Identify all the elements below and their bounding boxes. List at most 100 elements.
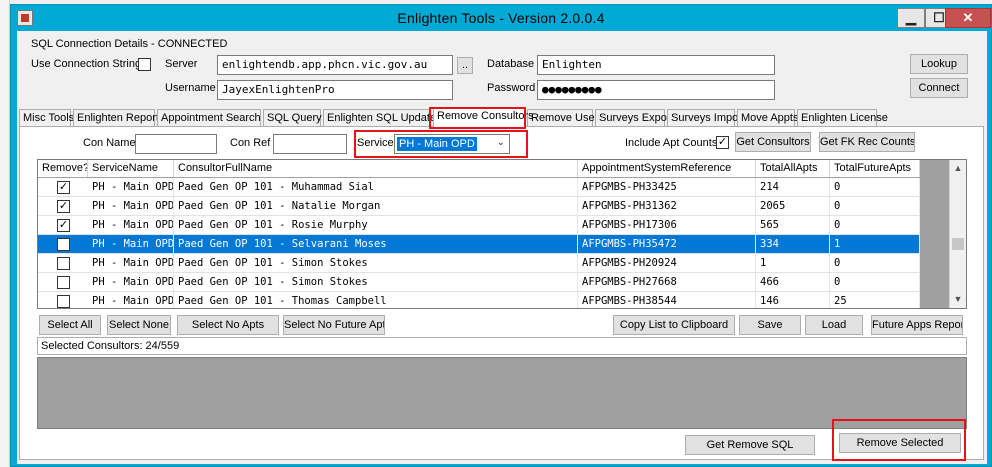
cell-total-all-apts[interactable]: 146 [756,292,830,308]
grid-vertical-scrollbar[interactable]: ▲ ▼ [949,160,966,308]
tab-enlighten-reports[interactable]: Enlighten Reports [73,109,164,127]
table-row[interactable]: ✓ PH - Main OPD Paed Gen OP 101 - Natalie … [38,197,920,216]
col-total-future-apts[interactable]: TotalFutureApts [830,160,920,177]
cell-service-name[interactable]: PH - Main OPD [88,197,174,216]
cell-consultor-full-name[interactable]: Paed Gen OP 101 - Natalie Morgan [174,197,578,216]
table-row[interactable]: PH - Main OPD Paed Gen OP 101 - Simon Sto… [38,254,920,273]
server-browse-button[interactable]: .. [457,57,473,74]
table-row[interactable]: PH - Main OPD Paed Gen OP 101 - Simon Sto… [38,273,920,292]
cell-total-future-apts[interactable]: 0 [830,273,920,292]
save-button[interactable]: Save [739,315,801,335]
cell-appointment-system-reference[interactable]: AFPGMBS-PH33425 [578,178,756,197]
select-none-button[interactable]: Select None [107,315,171,335]
copy-list-to-clipboard-button[interactable]: Copy List to Clipboard [613,315,735,335]
cell-total-future-apts[interactable]: 0 [830,197,920,216]
get-consultors-button[interactable]: Get Consultors [735,132,811,152]
cell-consultor-full-name[interactable]: Paed Gen OP 101 - Selvarani Moses [174,235,578,254]
cell-appointment-system-reference[interactable]: AFPGMBS-PH31362 [578,197,756,216]
table-row[interactable]: PH - Main OPD Paed Gen OP 101 - Selvarani… [38,235,920,254]
title-bar[interactable]: Enlighten Tools - Version 2.0.0.4 ▁ ☐ ✕ [11,5,991,31]
col-service-name[interactable]: ServiceName [88,160,174,177]
select-no-future-apts-button[interactable]: Select No Future Apts [283,315,385,335]
cell-service-name[interactable]: PH - Main OPD [88,292,174,308]
include-apt-counts-checkbox[interactable]: ✓ [716,136,729,149]
cell-service-name[interactable]: PH - Main OPD [88,254,174,273]
load-button[interactable]: Load [805,315,863,335]
select-no-apts-button[interactable]: Select No Apts [177,315,279,335]
scroll-up-icon[interactable]: ▲ [950,160,966,176]
get-fk-rec-counts-button[interactable]: Get FK Rec Counts [819,132,915,152]
cell-total-all-apts[interactable]: 334 [756,235,830,254]
remove-checkbox[interactable] [57,238,70,251]
select-all-button[interactable]: Select All [39,315,101,335]
password-input[interactable]: ●●●●●●●●● [537,80,775,100]
cell-total-future-apts[interactable]: 1 [830,235,920,254]
remove-checkbox[interactable]: ✓ [57,181,70,194]
col-remove[interactable]: Remove? [38,160,88,177]
remove-consultors-tab-highlight [429,107,526,129]
cell-service-name[interactable]: PH - Main OPD [88,235,174,254]
selected-consultors-status: Selected Consultors: 24/559 [37,337,967,355]
tab-enlighten-sql-updates[interactable]: Enlighten SQL Updates [323,109,442,127]
con-name-input[interactable] [135,134,217,154]
col-consultor-full-name[interactable]: ConsultorFullName [174,160,578,177]
get-remove-sql-button[interactable]: Get Remove SQL [685,435,815,455]
server-input[interactable]: enlightendb.app.phcn.vic.gov.au [217,55,453,75]
tab-appointment-search[interactable]: Appointment Search [157,109,261,127]
tab-surveys-export[interactable]: Surveys Export [595,109,674,127]
cell-total-future-apts[interactable]: 25 [830,292,920,308]
cell-consultor-full-name[interactable]: Paed Gen OP 101 - Rosie Murphy [174,216,578,235]
minimize-button[interactable]: ▁ [897,8,925,28]
tab-misc-tools[interactable]: Misc Tools [19,109,74,127]
remove-checkbox[interactable] [57,257,70,270]
cell-total-all-apts[interactable]: 2065 [756,197,830,216]
close-button[interactable]: ✕ [945,8,991,28]
tab-enlighten-license[interactable]: Enlighten License [797,109,888,127]
remove-checkbox[interactable] [57,276,70,289]
connect-button[interactable]: Connect [910,78,968,98]
tab-sql-query[interactable]: SQL Query [263,109,322,127]
cell-appointment-system-reference[interactable]: AFPGMBS-PH20924 [578,254,756,273]
cell-appointment-system-reference[interactable]: AFPGMBS-PH17306 [578,216,756,235]
cell-service-name[interactable]: PH - Main OPD [88,216,174,235]
table-row[interactable]: ✓ PH - Main OPD Paed Gen OP 101 - Muhammad… [38,178,920,197]
username-input[interactable]: JayexEnlightenPro [217,80,453,100]
future-apps-report-button[interactable]: Future Apps Report [871,315,963,335]
cell-total-all-apts[interactable]: 466 [756,273,830,292]
col-appointment-system-reference[interactable]: AppointmentSystemReference [578,160,756,177]
con-ref-input[interactable] [273,134,347,154]
cell-service-name[interactable]: PH - Main OPD [88,273,174,292]
cell-consultor-full-name[interactable]: Paed Gen OP 101 - Simon Stokes [174,273,578,292]
cell-total-all-apts[interactable]: 1 [756,254,830,273]
col-total-all-apts[interactable]: TotalAllApts [756,160,830,177]
remove-checkbox[interactable]: ✓ [57,219,70,232]
table-row[interactable]: ✓ PH - Main OPD Paed Gen OP 101 - Rosie Mu… [38,216,920,235]
remove-checkbox[interactable] [57,295,70,308]
cell-total-future-apts[interactable]: 0 [830,216,920,235]
lookup-button[interactable]: Lookup [910,54,968,74]
cell-consultor-full-name[interactable]: Paed Gen OP 101 - Thomas Campbell [174,292,578,308]
cell-total-all-apts[interactable]: 565 [756,216,830,235]
cell-service-name[interactable]: PH - Main OPD [88,178,174,197]
use-connection-string-checkbox[interactable] [138,58,151,71]
remove-checkbox[interactable]: ✓ [57,200,70,213]
tab-move-appts[interactable]: Move Appts [737,109,798,127]
tab-surveys-import[interactable]: Surveys Import [667,109,745,127]
table-row[interactable]: PH - Main OPD Paed Gen OP 101 - Thomas Ca… [38,292,920,308]
scroll-thumb[interactable] [952,238,964,250]
remove-selected-button[interactable]: Remove Selected [839,433,961,453]
cell-consultor-full-name[interactable]: Paed Gen OP 101 - Simon Stokes [174,254,578,273]
tab-remove-users[interactable]: Remove Users [527,109,604,127]
database-input[interactable]: Enlighten [537,55,775,75]
cell-total-future-apts[interactable]: 0 [830,178,920,197]
cell-total-all-apts[interactable]: 214 [756,178,830,197]
cell-appointment-system-reference[interactable]: AFPGMBS-PH38544 [578,292,756,308]
service-select[interactable]: PH - Main OPD ⌄ [394,134,510,154]
cell-consultor-full-name[interactable]: Paed Gen OP 101 - Muhammad Sial [174,178,578,197]
cell-total-future-apts[interactable]: 0 [830,254,920,273]
consultors-grid[interactable]: Remove? ServiceName ConsultorFullName Ap… [37,159,967,309]
client-area: SQL Connection Details - CONNECTED Use C… [17,31,987,464]
cell-appointment-system-reference[interactable]: AFPGMBS-PH35472 [578,235,756,254]
cell-appointment-system-reference[interactable]: AFPGMBS-PH27668 [578,273,756,292]
scroll-down-icon[interactable]: ▼ [950,291,966,307]
